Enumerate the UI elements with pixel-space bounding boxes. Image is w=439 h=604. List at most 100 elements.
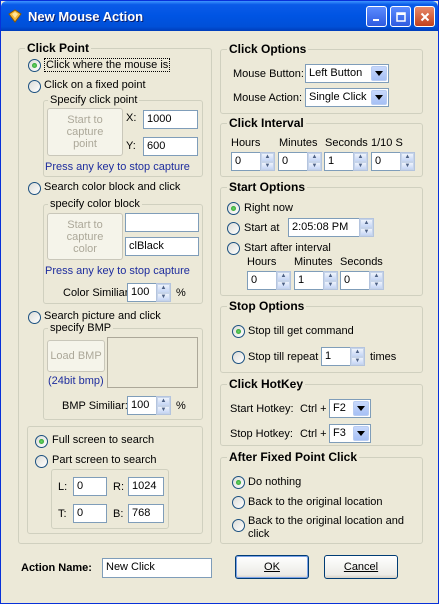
label-back-original-click[interactable]: Back to the original location and click xyxy=(248,515,413,541)
radio-part-screen[interactable] xyxy=(35,455,48,468)
title-bar[interactable]: New Mouse Action xyxy=(1,1,438,31)
radio-after-interval[interactable] xyxy=(227,242,240,255)
start-minutes-spinner[interactable]: ▲ ▼ xyxy=(323,271,338,290)
radio-search-picture[interactable] xyxy=(28,311,41,324)
spin-up-icon[interactable]: ▲ xyxy=(354,153,367,162)
radio-start-at[interactable] xyxy=(227,222,240,235)
bmp-similar-spinner[interactable]: ▲ ▼ xyxy=(156,396,171,415)
spin-down-icon[interactable]: ▼ xyxy=(354,161,367,170)
capture-point-button[interactable]: Start to capture point xyxy=(47,108,123,156)
spin-up-icon[interactable]: ▲ xyxy=(324,272,337,281)
cancel-button[interactable]: Cancel xyxy=(324,555,398,579)
label-do-nothing[interactable]: Do nothing xyxy=(248,476,301,488)
label-back-original[interactable]: Back to the original location xyxy=(248,496,383,508)
y-input[interactable]: 600 xyxy=(143,137,198,156)
maximize-button[interactable] xyxy=(390,6,411,27)
start-ctrl-label: Ctrl + xyxy=(300,403,327,415)
b-input[interactable]: 768 xyxy=(128,504,164,523)
spin-down-icon[interactable]: ▼ xyxy=(261,161,274,170)
radio-till-command[interactable] xyxy=(232,325,245,338)
spin-up-icon[interactable]: ▲ xyxy=(261,153,274,162)
label-right-now[interactable]: Right now xyxy=(244,202,293,214)
radio-click-mouse[interactable] xyxy=(28,59,41,72)
spin-up-icon[interactable]: ▲ xyxy=(157,397,170,406)
label-click-fixed[interactable]: Click on a fixed point xyxy=(44,79,146,91)
interval-minutes-spinner[interactable]: ▲ ▼ xyxy=(307,152,322,171)
bmp-similar-input[interactable]: 100 xyxy=(127,396,157,415)
spin-up-icon[interactable]: ▲ xyxy=(157,284,170,293)
radio-back-original[interactable] xyxy=(232,496,245,509)
label-after-interval[interactable]: Start after interval xyxy=(244,242,331,254)
radio-back-original-click[interactable] xyxy=(232,519,245,532)
capture-color-button[interactable]: Start to capture color xyxy=(47,213,123,260)
spin-down-icon[interactable]: ▼ xyxy=(370,280,383,289)
chevron-down-icon[interactable] xyxy=(353,426,369,441)
interval-tenths-input[interactable]: 0 xyxy=(371,152,401,171)
interval-minutes-input[interactable]: 0 xyxy=(278,152,308,171)
label-click-mouse[interactable]: Click where the mouse is xyxy=(44,58,171,72)
radio-search-color[interactable] xyxy=(28,182,41,195)
label-till-command[interactable]: Stop till get command xyxy=(248,325,354,337)
label-search-color[interactable]: Search color block and click xyxy=(44,181,180,193)
start-at-spinner[interactable]: ▲ ▼ xyxy=(359,218,374,237)
interval-tenths-spinner[interactable]: ▲ ▼ xyxy=(400,152,415,171)
start-seconds-spinner[interactable]: ▲ ▼ xyxy=(369,271,384,290)
chevron-down-icon[interactable] xyxy=(371,90,387,105)
spin-down-icon[interactable]: ▼ xyxy=(324,280,337,289)
x-input[interactable]: 1000 xyxy=(143,110,198,129)
chevron-down-icon[interactable] xyxy=(371,66,387,81)
spin-down-icon[interactable]: ▼ xyxy=(360,227,373,236)
radio-till-repeat[interactable] xyxy=(232,351,245,364)
mouse-button-select[interactable]: Left Button xyxy=(305,64,389,83)
label-full-screen[interactable]: Full screen to search xyxy=(52,434,154,446)
start-minutes-input[interactable]: 1 xyxy=(294,271,324,290)
spin-up-icon[interactable]: ▲ xyxy=(360,219,373,228)
radio-do-nothing[interactable] xyxy=(232,476,245,489)
spin-up-icon[interactable]: ▲ xyxy=(277,272,290,281)
action-name-input[interactable]: New Click xyxy=(102,558,212,578)
close-button[interactable] xyxy=(414,6,435,27)
spin-down-icon[interactable]: ▼ xyxy=(277,280,290,289)
interval-seconds-input[interactable]: 1 xyxy=(324,152,354,171)
repeat-count-spinner[interactable]: ▲ ▼ xyxy=(350,347,365,366)
color-name-input[interactable]: clBlack xyxy=(125,237,199,256)
interval-seconds-spinner[interactable]: ▲ ▼ xyxy=(353,152,368,171)
bmp-similar-unit: % xyxy=(176,400,186,412)
spin-down-icon[interactable]: ▼ xyxy=(401,161,414,170)
label-start-at[interactable]: Start at xyxy=(244,222,279,234)
radio-right-now[interactable] xyxy=(227,202,240,215)
spin-up-icon[interactable]: ▲ xyxy=(351,348,364,357)
label-part-screen[interactable]: Part screen to search xyxy=(52,454,157,466)
spin-down-icon[interactable]: ▼ xyxy=(157,292,170,301)
r-input[interactable]: 1024 xyxy=(128,477,164,496)
load-bmp-button[interactable]: Load BMP xyxy=(47,340,105,372)
spin-up-icon[interactable]: ▲ xyxy=(370,272,383,281)
color-swatch-input[interactable] xyxy=(125,213,199,232)
label-till-repeat[interactable]: Stop till repeat xyxy=(248,351,318,363)
repeat-count-input[interactable]: 1 xyxy=(321,347,351,366)
start-at-time-input[interactable]: 2:05:08 PM xyxy=(288,218,360,237)
minimize-button[interactable] xyxy=(366,6,387,27)
interval-hours-spinner[interactable]: ▲ ▼ xyxy=(260,152,275,171)
chevron-down-icon[interactable] xyxy=(353,401,369,416)
stop-hotkey-select[interactable]: F3 xyxy=(329,424,371,443)
interval-hours-input[interactable]: 0 xyxy=(231,152,261,171)
start-seconds-input[interactable]: 0 xyxy=(340,271,370,290)
radio-full-screen[interactable] xyxy=(35,435,48,448)
ok-button[interactable]: OK xyxy=(235,555,309,579)
spin-up-icon[interactable]: ▲ xyxy=(401,153,414,162)
spin-down-icon[interactable]: ▼ xyxy=(157,405,170,414)
start-hotkey-select[interactable]: F2 xyxy=(329,399,371,418)
spin-down-icon[interactable]: ▼ xyxy=(308,161,321,170)
color-similar-spinner[interactable]: ▲ ▼ xyxy=(156,283,171,302)
radio-click-fixed[interactable] xyxy=(28,80,41,93)
spin-down-icon[interactable]: ▼ xyxy=(351,356,364,365)
spin-up-icon[interactable]: ▲ xyxy=(308,153,321,162)
label-search-picture[interactable]: Search picture and click xyxy=(44,310,161,322)
start-hours-spinner[interactable]: ▲ ▼ xyxy=(276,271,291,290)
t-input[interactable]: 0 xyxy=(73,504,107,523)
start-hours-input[interactable]: 0 xyxy=(247,271,277,290)
l-input[interactable]: 0 xyxy=(73,477,107,496)
mouse-action-select[interactable]: Single Click xyxy=(305,88,389,107)
color-similar-input[interactable]: 100 xyxy=(127,283,157,302)
